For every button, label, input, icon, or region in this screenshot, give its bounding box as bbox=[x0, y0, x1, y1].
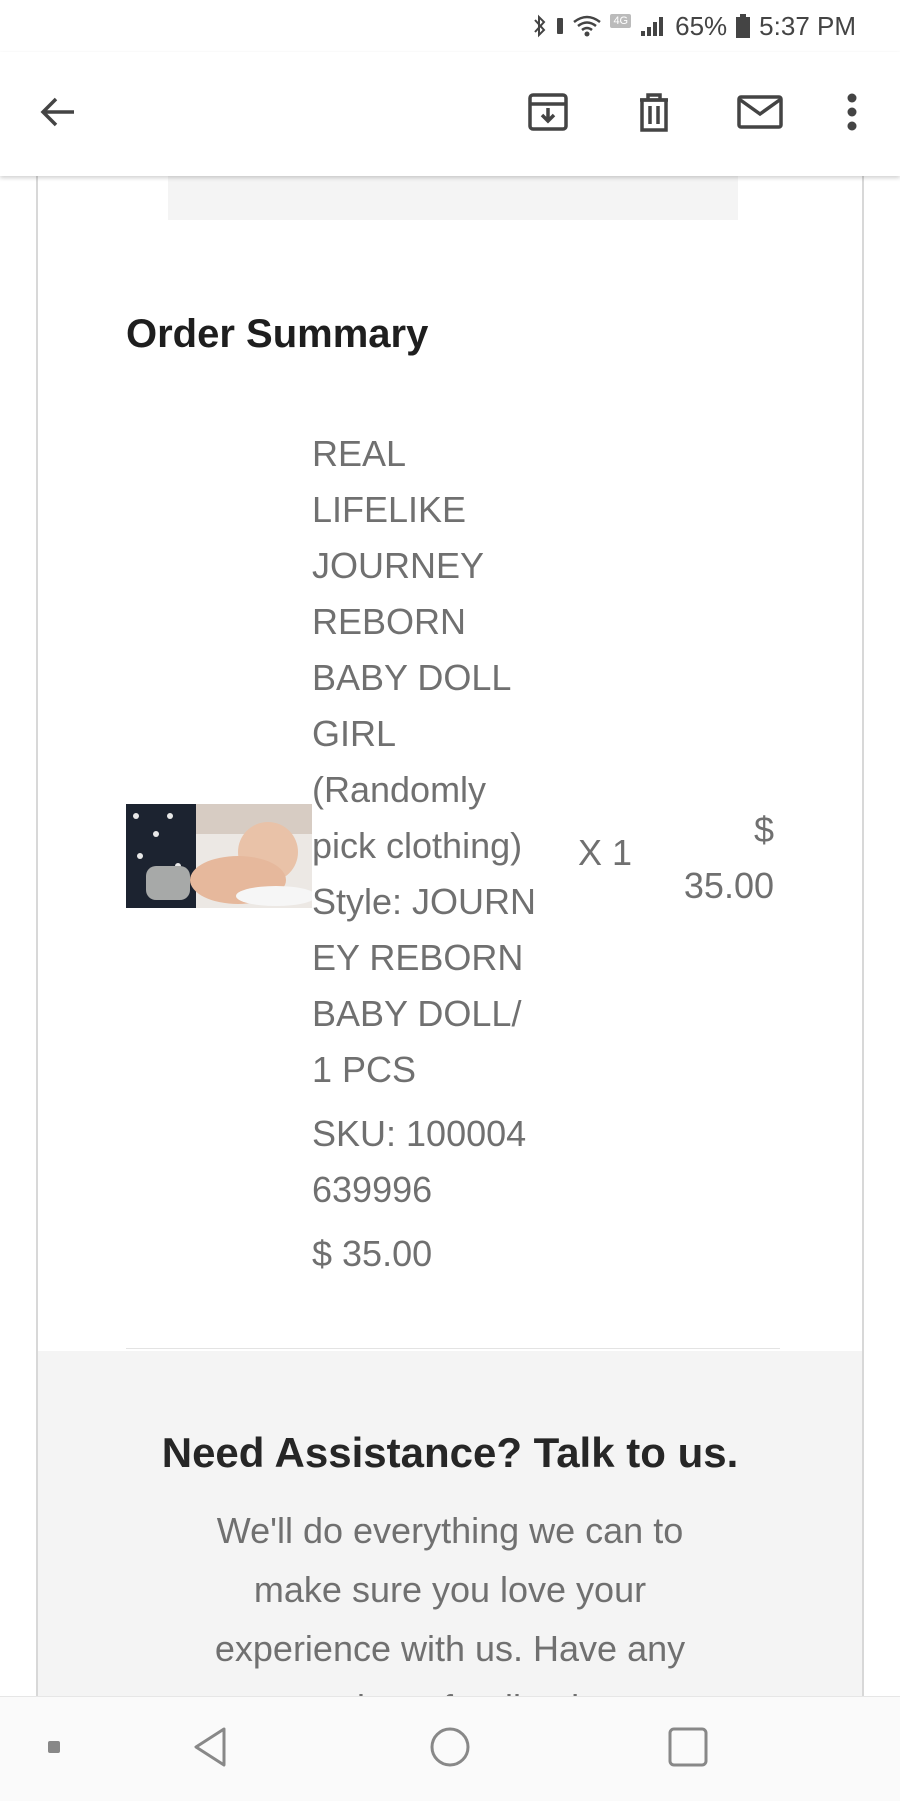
clock: 5:37 PM bbox=[759, 10, 856, 41]
assistance-section: Need Assistance? Talk to us. We'll do ev… bbox=[38, 1351, 862, 1696]
vibrate-icon bbox=[556, 14, 564, 38]
mark-unread-icon bbox=[736, 92, 784, 137]
delete-icon bbox=[632, 90, 676, 139]
quantity: X 1 bbox=[578, 832, 633, 873]
header-band bbox=[168, 176, 738, 220]
assistance-line: We'll do everything we can to bbox=[216, 1510, 684, 1551]
assistance-line: experience with us. Have any bbox=[214, 1628, 686, 1669]
product-name-line: pick clothing) bbox=[312, 825, 523, 866]
product-sku-line: 639996 bbox=[312, 1169, 433, 1210]
product-style-line: EY REBORN bbox=[312, 937, 524, 978]
assistance-line: questions, feedback or bbox=[188, 1678, 712, 1696]
system-nav-bar bbox=[0, 1696, 900, 1801]
nav-back-icon bbox=[190, 1725, 230, 1774]
email-card: Order Summary REAL LIFELIKE JOURNEY REBO… bbox=[36, 176, 864, 1696]
product-name-line: REAL bbox=[312, 433, 407, 474]
mark-unread-button[interactable] bbox=[728, 82, 792, 146]
product-image[interactable] bbox=[126, 804, 312, 908]
back-arrow-icon bbox=[38, 92, 78, 137]
nav-dot-button[interactable] bbox=[28, 1723, 80, 1775]
product-name-line: LIFELIKE bbox=[312, 489, 467, 530]
delete-button[interactable] bbox=[622, 82, 686, 146]
product-name-line: JOURNEY bbox=[312, 545, 485, 586]
nav-home-icon bbox=[428, 1725, 472, 1774]
line-total: $ 35.00 bbox=[684, 802, 774, 914]
unit-price: $ 35.00 bbox=[312, 1233, 433, 1274]
divider bbox=[126, 1348, 780, 1349]
assistance-body: We'll do everything we can to make sure … bbox=[188, 1501, 712, 1696]
line-total-amount: 35.00 bbox=[683, 865, 774, 906]
nav-recents-button[interactable] bbox=[662, 1723, 714, 1775]
archive-button[interactable] bbox=[516, 82, 580, 146]
status-bar: 4G 65% 5:37 PM bbox=[0, 0, 900, 52]
status-icons: 4G 65% 5:37 PM bbox=[532, 10, 856, 42]
product-name-line: (Randomly bbox=[312, 769, 487, 810]
product-details: REAL LIFELIKE JOURNEY REBORN BABY DOLL G… bbox=[312, 426, 562, 1282]
more-options-button[interactable] bbox=[820, 82, 884, 146]
more-vert-icon bbox=[846, 92, 858, 137]
order-summary-title: Order Summary bbox=[126, 312, 429, 356]
wifi-icon bbox=[572, 14, 602, 38]
product-style-line: 1 PCS bbox=[312, 1049, 417, 1090]
lte-label: 4G bbox=[610, 14, 632, 28]
product-sku: SKU: 100004 639996 bbox=[312, 1106, 562, 1218]
nav-back-button[interactable] bbox=[184, 1723, 236, 1775]
product-style-line: BABY DOLL/ bbox=[312, 993, 522, 1034]
line-total-currency: $ bbox=[753, 809, 774, 850]
email-body[interactable]: Order Summary REAL LIFELIKE JOURNEY REBO… bbox=[0, 176, 900, 1696]
product-style: Style: JOURN EY REBORN BABY DOLL/ 1 PCS bbox=[312, 874, 562, 1098]
back-button[interactable] bbox=[26, 82, 90, 146]
bluetooth-icon bbox=[532, 14, 548, 38]
nav-recents-icon bbox=[666, 1725, 710, 1774]
product-name[interactable]: REAL LIFELIKE JOURNEY REBORN BABY DOLL G… bbox=[312, 426, 562, 874]
archive-icon bbox=[526, 90, 570, 139]
product-sku-line: SKU: 100004 bbox=[312, 1113, 527, 1154]
nav-dot-icon bbox=[47, 1740, 61, 1759]
battery-icon bbox=[735, 13, 751, 39]
nav-home-button[interactable] bbox=[424, 1723, 476, 1775]
signal-icon bbox=[639, 14, 667, 38]
assistance-line: make sure you love your bbox=[253, 1569, 647, 1610]
battery-percent: 65% bbox=[675, 10, 728, 41]
product-style-line: Style: JOURN bbox=[312, 881, 537, 922]
product-name-line: BABY DOLL bbox=[312, 657, 512, 698]
product-name-line: GIRL bbox=[312, 713, 397, 754]
assistance-title: Need Assistance? Talk to us. bbox=[161, 1429, 739, 1476]
email-toolbar bbox=[0, 52, 900, 176]
product-name-line: REBORN bbox=[312, 601, 467, 642]
lte-icon: 4G bbox=[610, 14, 632, 28]
